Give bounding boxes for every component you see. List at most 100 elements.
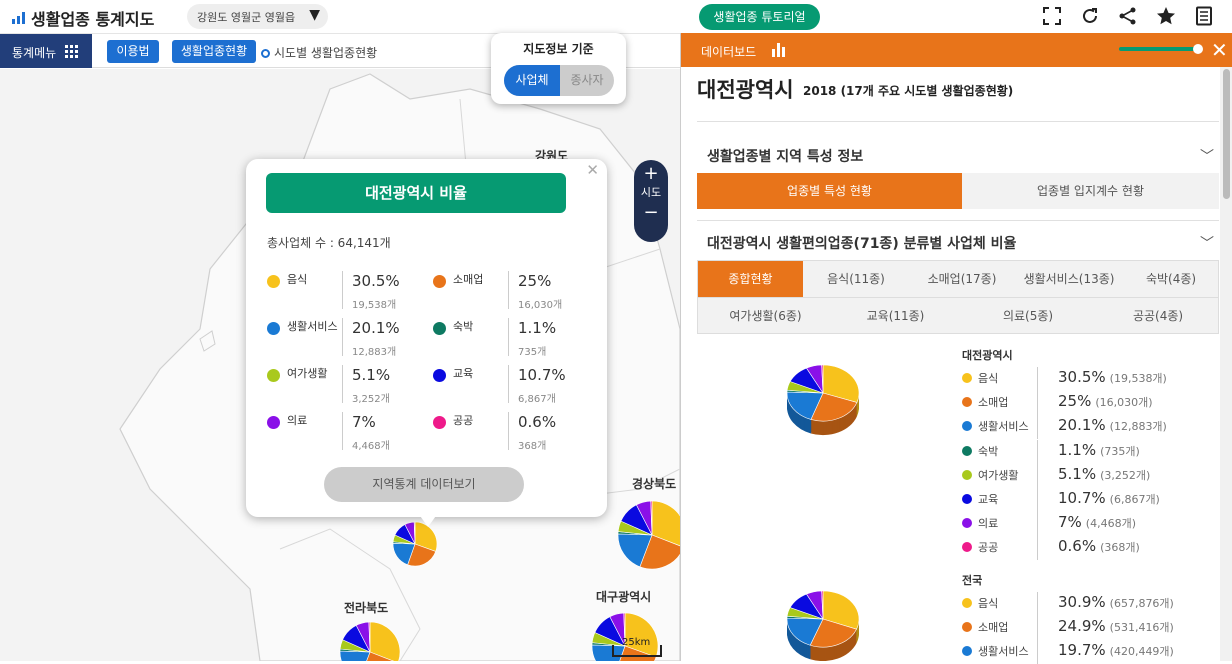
region-select-value: 강원도 영월군 영월읍 xyxy=(197,11,296,24)
divider xyxy=(1037,592,1038,616)
legend-row: 공공 0.6% (368개) xyxy=(962,536,1212,561)
tab-feature-status[interactable]: 업종별 특성 현황 xyxy=(697,173,962,209)
app-brand[interactable]: 생활업종 통계지도 xyxy=(12,6,154,30)
legend-count: (420,449개) xyxy=(1109,645,1174,659)
toggle-business[interactable]: 사업체 xyxy=(504,65,560,96)
legend-value: 10.7% (6,867개) xyxy=(1058,489,1160,507)
data-board-header: 데이터보드 ✕ xyxy=(681,33,1232,67)
popup-stat-item: 의료 7% 4,468개 xyxy=(267,412,427,452)
stat-menu-label: 통계메뉴 xyxy=(12,46,57,60)
close-icon[interactable]: ✕ xyxy=(586,161,599,179)
popup-stat-item: 소매업 25% 16,030개 xyxy=(433,271,593,311)
stat-menu-button[interactable]: 통계메뉴 xyxy=(0,34,92,68)
zoom-control: + 시도 − xyxy=(634,160,668,242)
refresh-icon[interactable] xyxy=(1080,6,1100,26)
subtab-retail[interactable]: 소매업(17종) xyxy=(909,261,1015,297)
subtab-living-service[interactable]: 생활서비스(13종) xyxy=(1015,261,1123,297)
legend-dot xyxy=(962,421,972,432)
divider xyxy=(1037,512,1038,537)
subtab-public[interactable]: 공공(4종) xyxy=(1098,298,1218,334)
subtab-food[interactable]: 음식(11종) xyxy=(803,261,909,297)
legend-count: (531,416개) xyxy=(1109,621,1174,635)
zoom-out-button[interactable]: − xyxy=(634,201,668,225)
map-pie-jeonbuk[interactable] xyxy=(330,614,410,661)
legend-name: 소매업 xyxy=(978,396,1009,410)
chevron-down-icon[interactable]: ﹀ xyxy=(1200,233,1214,253)
fullscreen-icon[interactable] xyxy=(1042,6,1062,26)
stat-count: 6,867개 xyxy=(518,394,556,405)
close-icon[interactable]: ✕ xyxy=(1211,38,1228,62)
legend-row: 생활서비스 20.1% (12,883개) xyxy=(962,415,1212,440)
scrollbar[interactable] xyxy=(1220,67,1232,661)
data-board: 데이터보드 ✕ 대전광역시 2018 (17개 주요 시도별 생활업종현황) 생… xyxy=(680,33,1232,664)
usage-button[interactable]: 이용법 xyxy=(107,40,159,63)
legend-dot xyxy=(433,322,446,335)
stat-name: 숙박 xyxy=(453,320,474,333)
divider xyxy=(1037,640,1038,664)
group-title-daejeon: 대전광역시 xyxy=(962,349,1013,362)
chevron-down-icon[interactable]: ﹀ xyxy=(1200,146,1214,166)
stat-percent: 1.1% xyxy=(518,319,557,337)
opacity-slider[interactable] xyxy=(1119,47,1199,51)
legend-dot xyxy=(433,275,446,288)
divider xyxy=(697,121,1219,122)
map-info-toggle: 사업체 종사자 xyxy=(504,65,614,96)
divider xyxy=(697,220,1219,221)
subtab-overall[interactable]: 종합현황 xyxy=(698,261,803,297)
legend-percent: 20.1% xyxy=(1058,416,1106,435)
divider xyxy=(342,365,343,403)
divider xyxy=(342,318,343,356)
toggle-worker[interactable]: 종사자 xyxy=(560,65,614,96)
legend-dot xyxy=(962,646,972,657)
legend-name: 여가생활 xyxy=(978,468,1019,482)
stat-name: 음식 xyxy=(287,273,308,286)
stat-name: 공공 xyxy=(453,414,474,427)
caret-down-icon: ▼ xyxy=(309,7,320,23)
legend-percent: 19.7% xyxy=(1058,641,1106,660)
divider xyxy=(508,365,509,403)
map-pie-gyeongbuk[interactable] xyxy=(610,491,680,581)
region-select[interactable]: 강원도 영월군 영월읍 ▼ xyxy=(187,4,328,29)
legend-dot xyxy=(433,369,446,382)
divider xyxy=(1037,367,1038,391)
region-popup: ✕ 대전광역시 비율 총사업체 수 : 64,141개 음식 30.5% 19,53… xyxy=(246,159,607,527)
tutorial-button[interactable]: 생활업종 튜토리얼 xyxy=(699,4,820,30)
status-button[interactable]: 생활업종현황 xyxy=(172,40,256,63)
data-board-title: 데이터보드 xyxy=(701,45,757,59)
city-subtitle: 2018 (17개 주요 시도별 생활업종현황) xyxy=(803,84,1014,98)
stat-name: 의료 xyxy=(287,414,308,427)
legend-value: 7% (4,468개) xyxy=(1058,513,1136,531)
feature-tabs: 업종별 특성 현황 업종별 입지계수 현황 xyxy=(697,173,1219,209)
legend-count: (19,538개) xyxy=(1109,372,1167,385)
legend-dot xyxy=(962,494,972,504)
subtab-lodging[interactable]: 숙박(4종) xyxy=(1123,261,1219,297)
scale-label: 25km xyxy=(622,637,651,648)
tab-location-quotient[interactable]: 업종별 입지계수 현황 xyxy=(962,173,1219,209)
radio-icon xyxy=(261,49,270,58)
legend-row: 교육 10.7% (6,867개) xyxy=(962,488,1212,512)
zoom-in-button[interactable]: + xyxy=(634,163,668,185)
stat-percent: 10.7% xyxy=(518,366,566,384)
legend-value: 0.6% (368개) xyxy=(1058,537,1140,555)
legend-count: (4,468개) xyxy=(1085,517,1136,531)
map-label-daegu: 대구광역시 xyxy=(596,590,652,604)
document-icon[interactable] xyxy=(1194,6,1214,26)
region-data-button[interactable]: 지역통계 데이터보기 xyxy=(324,467,524,502)
legend-count: (12,883개) xyxy=(1109,420,1167,434)
legend-percent: 10.7% xyxy=(1058,489,1106,507)
scrollbar-thumb[interactable] xyxy=(1223,69,1230,199)
legend-dot xyxy=(962,445,972,456)
subtab-leisure[interactable]: 여가생활(6종) xyxy=(698,298,833,334)
share-icon[interactable] xyxy=(1118,6,1138,26)
subtab-medical[interactable]: 의료(5종) xyxy=(958,298,1098,334)
stat-percent: 30.5% xyxy=(352,272,400,290)
opacity-slider-handle[interactable] xyxy=(1193,44,1203,54)
star-icon[interactable] xyxy=(1156,6,1176,26)
popup-stat-item: 교육 10.7% 6,867개 xyxy=(433,365,593,405)
group-title-nation: 전국 xyxy=(962,574,983,587)
legend-value: 24.9% (531,416개) xyxy=(1058,617,1174,635)
legend-name: 생활서비스 xyxy=(978,645,1029,659)
category-subtabs: 종합현황 음식(11종) 소매업(17종) 생활서비스(13종) 숙박(4종) … xyxy=(697,260,1219,334)
subtab-education[interactable]: 교육(11종) xyxy=(833,298,958,334)
legend-dot xyxy=(962,518,972,529)
